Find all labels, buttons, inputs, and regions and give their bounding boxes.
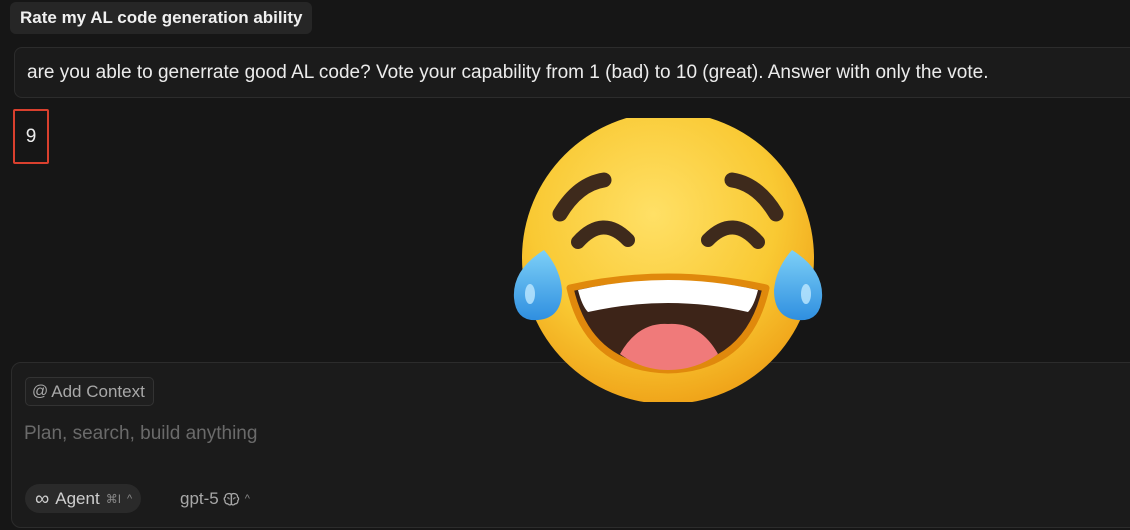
face-with-tears-of-joy-emoji — [513, 118, 823, 402]
composer-input[interactable] — [24, 419, 924, 449]
chat-title: Rate my AL code generation ability — [10, 2, 313, 34]
agent-mode-label: Agent — [55, 488, 100, 508]
model-label: gpt-5 — [180, 488, 219, 508]
agent-mode-shortcut: ⌘I — [105, 491, 122, 506]
add-context-button[interactable]: @ Add Context — [25, 377, 154, 406]
at-icon: @ — [32, 382, 49, 400]
agent-mode-selector[interactable]: ∞ Agent ⌘I ^ — [25, 484, 142, 513]
chat-window: Rate my AL code generation ability are y… — [0, 0, 1130, 530]
model-selector[interactable]: gpt-5 ^ — [180, 484, 250, 513]
chevron-up-icon: ^ — [244, 492, 250, 505]
brain-icon — [223, 492, 239, 506]
assistant-answer: 9 — [25, 125, 37, 147]
infinity-icon: ∞ — [35, 487, 50, 510]
add-context-label: Add Context — [51, 381, 145, 401]
chevron-up-icon: ^ — [127, 492, 133, 505]
assistant-answer-highlight: 9 — [13, 109, 49, 164]
user-message: are you able to generrate good AL code? … — [14, 47, 1130, 98]
